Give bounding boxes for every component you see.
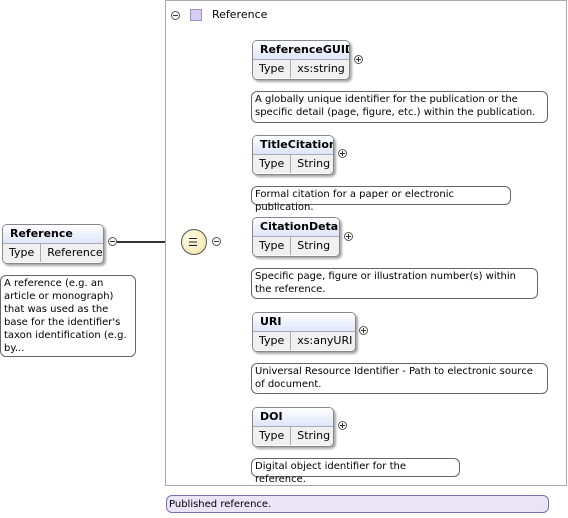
- child-element-referenceguid[interactable]: ReferenceGUID Type xs:string: [252, 40, 350, 80]
- collapse-icon[interactable]: [212, 237, 221, 246]
- expand-icon[interactable]: [338, 149, 347, 158]
- expand-icon[interactable]: [338, 421, 347, 430]
- element-name: DOI: [253, 408, 333, 427]
- expand-icon[interactable]: [344, 232, 353, 241]
- expand-icon[interactable]: [359, 326, 368, 335]
- element-type-row: Type String: [253, 427, 333, 445]
- root-element-box[interactable]: Reference Type Reference: [2, 224, 104, 264]
- element-name: TitleCitation: [253, 136, 333, 155]
- collapse-icon[interactable]: [171, 11, 180, 20]
- child-element-citationdetail[interactable]: CitationDetail Type String: [252, 217, 340, 257]
- type-label: Type: [3, 244, 42, 262]
- element-type-row: Type String: [253, 155, 333, 173]
- type-label: Type: [253, 155, 292, 173]
- child-element-titlecitation[interactable]: TitleCitation Type String: [252, 135, 334, 175]
- element-name: Reference: [3, 225, 103, 244]
- type-value: xs:string: [297, 62, 345, 75]
- child-documentation: A globally unique identifier for the pub…: [251, 91, 548, 123]
- child-documentation: Universal Resource Identifier - Path to …: [251, 363, 548, 394]
- type-value: String: [297, 429, 331, 442]
- complex-type-frame: Reference: [165, 0, 567, 486]
- type-value: String: [297, 239, 331, 252]
- element-name: URI: [253, 313, 355, 332]
- element-type-row: Type Reference: [3, 244, 103, 262]
- type-label: Type: [253, 60, 292, 78]
- type-label: Type: [253, 427, 292, 445]
- child-element-doi[interactable]: DOI Type String: [252, 407, 334, 447]
- type-value: Reference: [47, 246, 103, 259]
- sequence-compositor-icon[interactable]: ☰: [181, 229, 207, 255]
- type-label: Type: [253, 332, 292, 350]
- type-label: Type: [253, 237, 292, 255]
- element-name: ReferenceGUID: [253, 41, 349, 60]
- collapse-icon[interactable]: [108, 237, 117, 246]
- type-annotation-note: Published reference.: [166, 495, 549, 513]
- type-value: xs:anyURI: [297, 334, 353, 347]
- child-documentation: Formal citation for a paper or electroni…: [251, 186, 511, 213]
- element-type-row: Type String: [253, 237, 339, 255]
- child-element-uri[interactable]: URI Type xs:anyURI: [252, 312, 356, 352]
- element-type-row: Type xs:string: [253, 60, 349, 78]
- expand-icon[interactable]: [354, 55, 363, 64]
- child-documentation: Digital object identifier for the refere…: [251, 458, 460, 485]
- element-type-row: Type xs:anyURI: [253, 332, 355, 350]
- root-documentation: A reference (e.g. an article or monograp…: [0, 275, 136, 357]
- type-value: String: [297, 157, 331, 170]
- frame-header: Reference: [166, 1, 566, 29]
- frame-title: Reference: [212, 8, 268, 21]
- complex-type-icon: [190, 9, 202, 21]
- element-name: CitationDetail: [253, 218, 339, 237]
- child-documentation: Specific page, figure or illustration nu…: [251, 268, 538, 299]
- sequence-glyph-icon: ☰: [188, 236, 198, 249]
